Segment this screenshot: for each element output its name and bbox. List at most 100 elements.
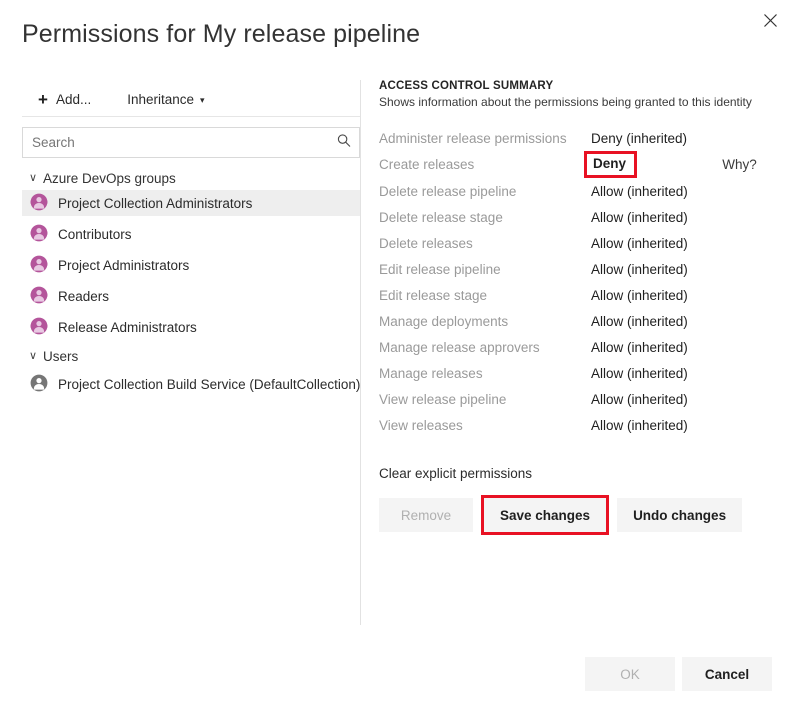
permission-name: Administer release permissions: [379, 125, 591, 151]
save-changes-button[interactable]: Save changes: [484, 498, 606, 532]
table-row: Manage release approvers Allow (inherite…: [379, 334, 769, 360]
group-avatar-icon: [30, 317, 48, 338]
permission-value[interactable]: Allow (inherited): [591, 204, 722, 230]
permission-name: Manage releases: [379, 360, 591, 386]
table-row: Manage releases Allow (inherited): [379, 360, 769, 386]
why-link: [722, 125, 769, 151]
group-avatar-icon: [30, 193, 48, 214]
section-header-azure-devops-groups[interactable]: ∨ Azure DevOps groups: [22, 166, 360, 190]
add-button-label: Add...: [56, 92, 91, 107]
table-row: Delete releases Allow (inherited): [379, 230, 769, 256]
section-label: Azure DevOps groups: [43, 171, 176, 186]
permission-name: View releases: [379, 412, 591, 438]
permission-value[interactable]: Allow (inherited): [591, 334, 722, 360]
user-avatar-icon: [30, 374, 48, 395]
chevron-down-icon: ∨: [29, 351, 43, 362]
permission-value[interactable]: Allow (inherited): [591, 412, 722, 438]
list-item[interactable]: Project Collection Administrators: [22, 190, 360, 216]
permission-value[interactable]: Allow (inherited): [591, 308, 722, 334]
access-control-summary-pane: ACCESS CONTROL SUMMARY Shows information…: [379, 80, 769, 535]
permission-value[interactable]: Allow (inherited): [591, 282, 722, 308]
permission-value[interactable]: Allow (inherited): [591, 256, 722, 282]
table-row: Edit release pipeline Allow (inherited): [379, 256, 769, 282]
permission-value[interactable]: Deny: [591, 151, 722, 178]
permission-name: Edit release stage: [379, 282, 591, 308]
search-icon[interactable]: [337, 133, 351, 152]
add-button[interactable]: + Add...: [34, 89, 95, 110]
list-item-label: Readers: [58, 289, 109, 304]
permission-action-buttons: Remove Save changes Undo changes: [379, 495, 769, 535]
permission-value[interactable]: Allow (inherited): [591, 360, 722, 386]
list-item-label: Release Administrators: [58, 320, 197, 335]
permission-value[interactable]: Allow (inherited): [591, 386, 722, 412]
permission-value[interactable]: Allow (inherited): [591, 178, 722, 204]
table-row: Edit release stage Allow (inherited): [379, 282, 769, 308]
why-link: [722, 308, 769, 334]
why-link: [722, 386, 769, 412]
permission-name: Delete release pipeline: [379, 178, 591, 204]
table-row: Create releases Deny Why?: [379, 151, 769, 178]
permissions-table: Administer release permissions Deny (inh…: [379, 125, 769, 438]
identity-toolbar: + Add... Inheritance ▾: [22, 82, 360, 117]
why-link[interactable]: Why?: [722, 151, 769, 178]
close-button[interactable]: [750, 2, 790, 38]
list-item[interactable]: Release Administrators: [22, 314, 360, 340]
permission-name: Edit release pipeline: [379, 256, 591, 282]
section-label: Users: [43, 349, 78, 364]
table-row: Delete release pipeline Allow (inherited…: [379, 178, 769, 204]
why-link: [722, 334, 769, 360]
close-icon: [764, 14, 777, 27]
inheritance-dropdown[interactable]: Inheritance ▾: [123, 90, 208, 109]
why-link: [722, 256, 769, 282]
group-avatar-icon: [30, 286, 48, 307]
permission-name: Create releases: [379, 151, 591, 178]
plus-icon: +: [38, 91, 48, 108]
list-item-label: Contributors: [58, 227, 132, 242]
permission-value[interactable]: Deny (inherited): [591, 125, 722, 151]
list-item-label: Project Collection Build Service (Defaul…: [58, 377, 360, 392]
section-header-users[interactable]: ∨ Users: [22, 344, 360, 368]
why-link: [722, 282, 769, 308]
permission-name: Delete release stage: [379, 204, 591, 230]
list-item[interactable]: Readers: [22, 283, 360, 309]
group-avatar-icon: [30, 255, 48, 276]
table-row: Delete release stage Allow (inherited): [379, 204, 769, 230]
why-link: [722, 178, 769, 204]
why-link: [722, 230, 769, 256]
permission-name: Manage deployments: [379, 308, 591, 334]
permission-name: Delete releases: [379, 230, 591, 256]
chevron-down-icon: ▾: [200, 96, 205, 105]
search-box[interactable]: [22, 127, 360, 158]
pane-divider: [360, 80, 361, 625]
identity-list: ∨ Azure DevOps groups Project Collection…: [22, 166, 360, 397]
highlight-box-save: Save changes: [481, 495, 609, 535]
list-item[interactable]: Project Administrators: [22, 252, 360, 278]
clear-explicit-permissions-label: Clear explicit permissions: [379, 466, 769, 481]
dialog-footer: OK Cancel: [585, 657, 772, 691]
inheritance-label: Inheritance: [127, 92, 194, 107]
group-avatar-icon: [30, 224, 48, 245]
list-item[interactable]: Project Collection Build Service (Defaul…: [22, 371, 360, 397]
search-input[interactable]: [23, 128, 359, 157]
table-row: Manage deployments Allow (inherited): [379, 308, 769, 334]
remove-button: Remove: [379, 498, 473, 532]
highlight-box-deny[interactable]: Deny: [584, 151, 637, 178]
permission-name: View release pipeline: [379, 386, 591, 412]
list-item[interactable]: Contributors: [22, 221, 360, 247]
why-link: [722, 360, 769, 386]
cancel-button[interactable]: Cancel: [682, 657, 772, 691]
identity-pane: + Add... Inheritance ▾ ∨ Azure DevOps gr…: [22, 82, 360, 397]
ok-button: OK: [585, 657, 675, 691]
table-row: View releases Allow (inherited): [379, 412, 769, 438]
chevron-down-icon: ∨: [29, 173, 43, 184]
table-row: Administer release permissions Deny (inh…: [379, 125, 769, 151]
permission-value[interactable]: Allow (inherited): [591, 230, 722, 256]
page-title: Permissions for My release pipeline: [22, 20, 420, 49]
why-link: [722, 204, 769, 230]
summary-subheading: Shows information about the permissions …: [379, 95, 769, 109]
list-item-label: Project Administrators: [58, 258, 189, 273]
list-item-label: Project Collection Administrators: [58, 196, 252, 211]
why-link: [722, 412, 769, 438]
summary-heading: ACCESS CONTROL SUMMARY: [379, 80, 769, 92]
undo-changes-button[interactable]: Undo changes: [617, 498, 742, 532]
